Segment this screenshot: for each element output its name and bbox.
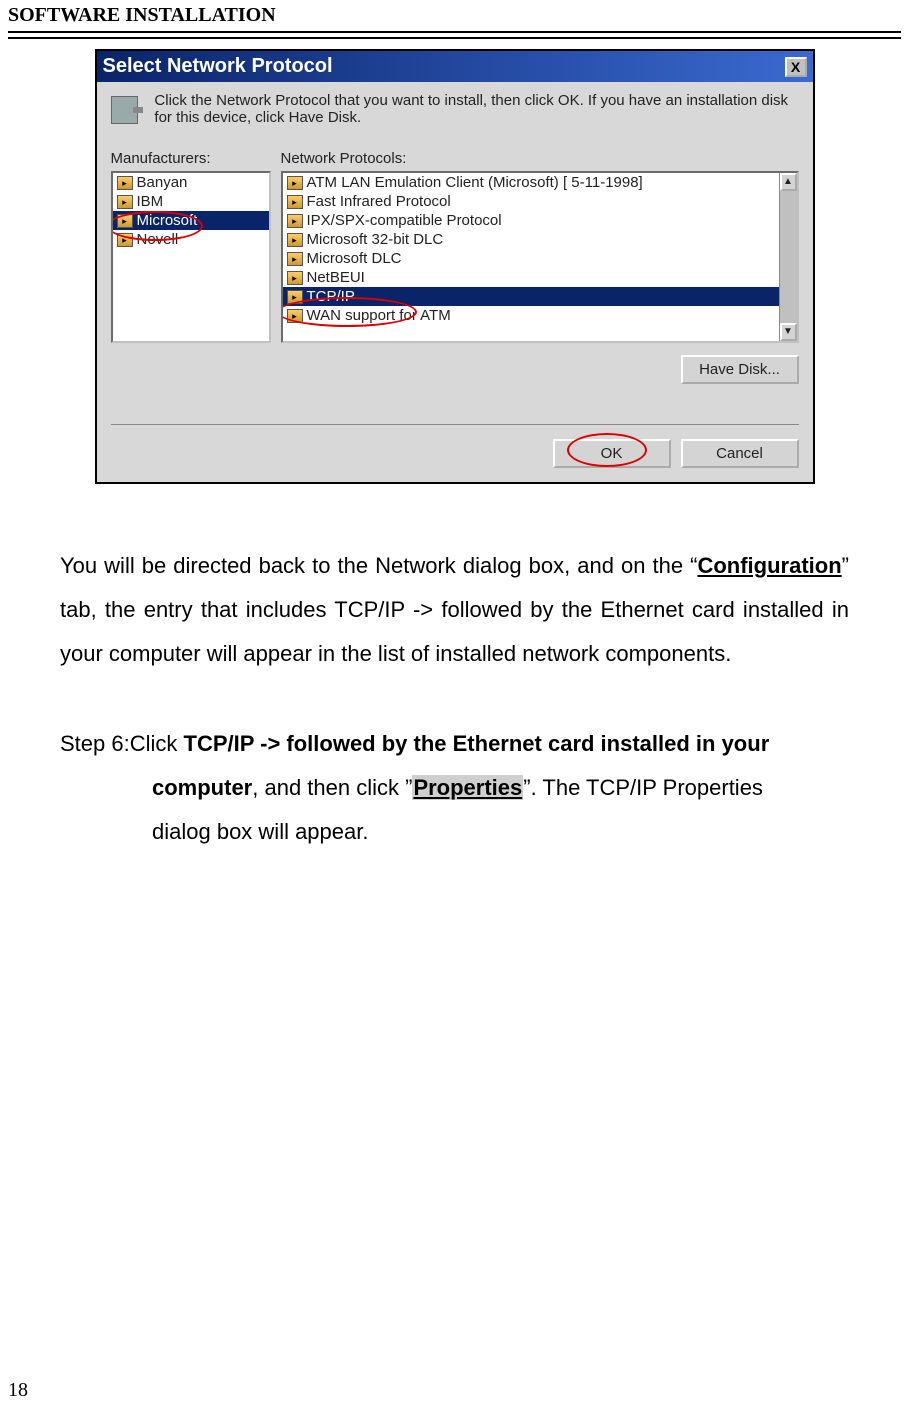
protocol-icon — [117, 214, 133, 228]
configuration-highlight: Configuration — [697, 553, 841, 578]
protocol-icon — [117, 176, 133, 190]
dialog-instruction: Click the Network Protocol that you want… — [154, 92, 798, 126]
list-item[interactable]: Microsoft DLC — [283, 249, 797, 268]
rule-bottom — [8, 37, 901, 39]
list-item[interactable]: Microsoft — [113, 211, 269, 230]
network-icon — [111, 96, 139, 124]
protocol-icon — [287, 233, 303, 247]
list-item[interactable]: TCP/IP — [283, 287, 797, 306]
protocols-label: Network Protocols: — [281, 150, 799, 167]
close-icon[interactable]: X — [785, 57, 807, 77]
protocol-icon — [117, 233, 133, 247]
list-item[interactable]: NetBEUI — [283, 268, 797, 287]
list-item[interactable]: Fast Infrared Protocol — [283, 192, 797, 211]
list-item[interactable]: WAN support for ATM — [283, 306, 797, 325]
list-item[interactable]: Novell — [113, 230, 269, 249]
manufacturers-listbox[interactable]: Banyan IBM Microsoft Novell — [111, 171, 271, 343]
manufacturers-label: Manufacturers: — [111, 150, 271, 167]
have-disk-button[interactable]: Have Disk... — [681, 355, 799, 384]
protocol-icon — [287, 195, 303, 209]
protocol-icon — [287, 176, 303, 190]
scrollbar[interactable]: ▲ ▼ — [779, 173, 797, 341]
cancel-button[interactable]: Cancel — [681, 439, 799, 468]
protocol-icon — [287, 252, 303, 266]
properties-highlight: Properties — [412, 775, 523, 800]
dialog-title: Select Network Protocol — [103, 55, 333, 78]
rule-top — [8, 31, 901, 33]
protocol-icon — [287, 271, 303, 285]
list-item[interactable]: ATM LAN Emulation Client (Microsoft) [ 5… — [283, 173, 797, 192]
protocol-icon — [117, 195, 133, 209]
list-item[interactable]: Banyan — [113, 173, 269, 192]
select-network-protocol-dialog: Select Network Protocol X Click the Netw… — [95, 49, 815, 484]
dialog-titlebar: Select Network Protocol X — [97, 51, 813, 82]
page-number: 18 — [8, 1379, 28, 1402]
list-item[interactable]: Microsoft 32-bit DLC — [283, 230, 797, 249]
protocol-icon — [287, 214, 303, 228]
scroll-up-icon[interactable]: ▲ — [780, 173, 797, 191]
list-item[interactable]: IBM — [113, 192, 269, 211]
protocols-listbox[interactable]: ATM LAN Emulation Client (Microsoft) [ 5… — [281, 171, 799, 343]
body-text: You will be directed back to the Network… — [0, 484, 909, 854]
step-6: Step 6:Click TCP/IP -> followed by the E… — [60, 722, 849, 854]
ok-button[interactable]: OK — [553, 439, 671, 468]
page-header: SOFTWARE INSTALLATION — [0, 0, 909, 29]
protocol-icon — [287, 309, 303, 323]
protocol-icon — [287, 290, 303, 304]
paragraph-1: You will be directed back to the Network… — [60, 544, 849, 676]
scroll-down-icon[interactable]: ▼ — [780, 323, 797, 341]
list-item[interactable]: IPX/SPX-compatible Protocol — [283, 211, 797, 230]
